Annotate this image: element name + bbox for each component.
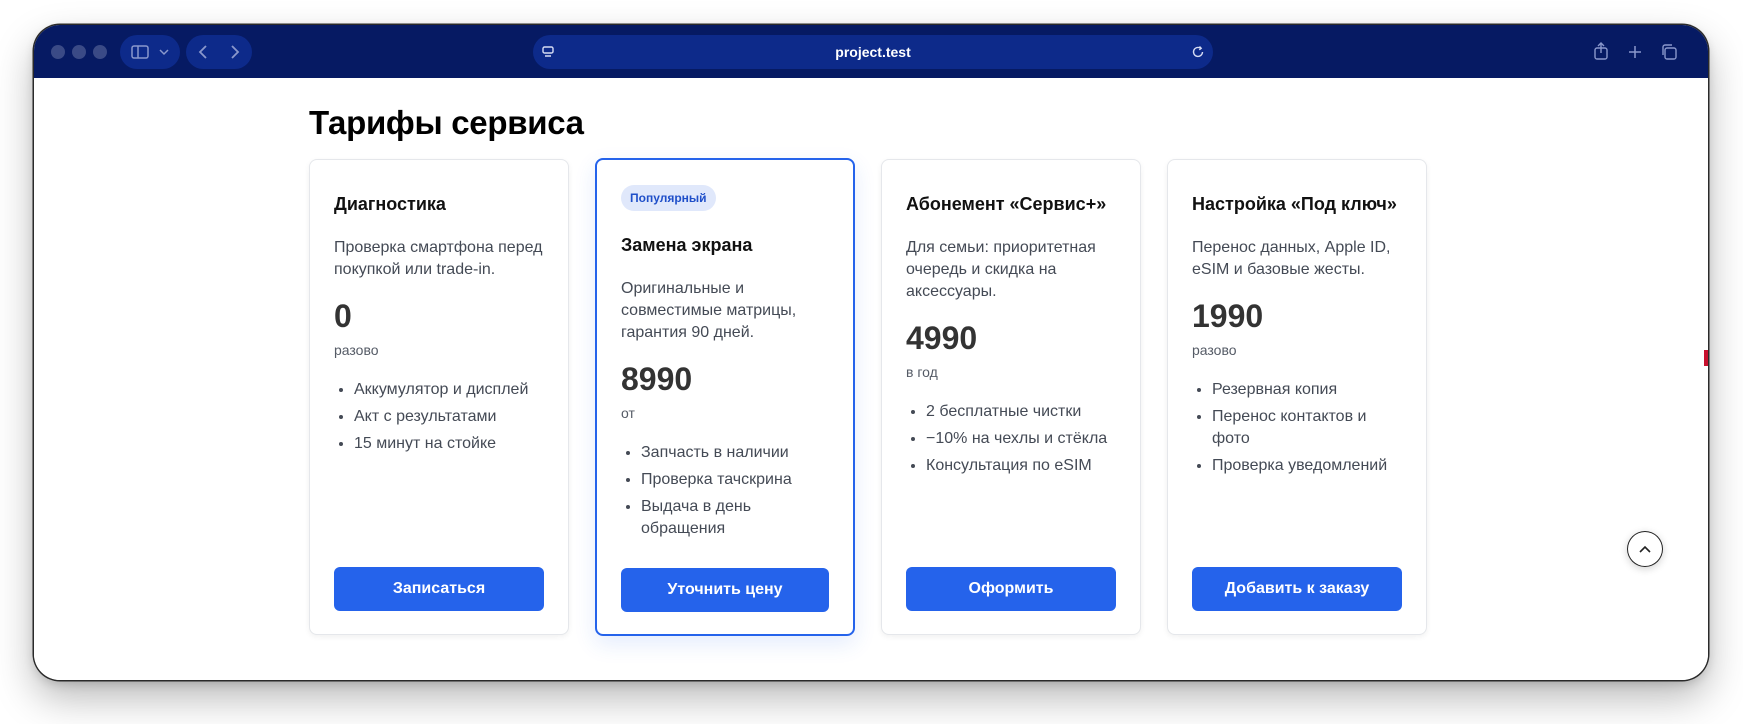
feature-item: Перенос контактов и фото bbox=[1212, 406, 1402, 450]
scroll-to-top-button[interactable] bbox=[1627, 531, 1663, 567]
card-title: Замена экрана bbox=[621, 235, 753, 255]
sidebar-toggle-button[interactable] bbox=[120, 35, 180, 69]
page-title: Тарифы сервиса bbox=[309, 104, 584, 141]
page-content: Тарифы сервиса Диагностика Проверка смар… bbox=[34, 78, 1708, 680]
close-window-button[interactable] bbox=[51, 45, 65, 59]
reload-icon[interactable] bbox=[1191, 45, 1205, 59]
subscribe-button[interactable]: Оформить bbox=[906, 567, 1116, 611]
feature-item: 15 минут на стойке bbox=[354, 433, 544, 455]
pricing-card-diagnostics: Диагностика Проверка смартфона перед пок… bbox=[309, 159, 569, 635]
browser-toolbar: project.test bbox=[34, 25, 1708, 78]
card-price: 8990 bbox=[621, 361, 693, 397]
feature-item: Проверка тачскрина bbox=[641, 469, 829, 491]
feature-item: Резервная копия bbox=[1212, 379, 1402, 401]
chevron-up-icon bbox=[1639, 545, 1651, 553]
card-period: разово bbox=[334, 342, 379, 358]
card-period: в год bbox=[906, 364, 938, 380]
minimize-window-button[interactable] bbox=[72, 45, 86, 59]
card-description: Перенос данных, Apple ID, eSIM и базовые… bbox=[1192, 239, 1391, 278]
browser-window: project.test Тарифы сервиса Диагностика bbox=[34, 25, 1708, 680]
feature-item: Акт с результатами bbox=[354, 406, 544, 428]
feature-item: Аккумулятор и дисплей bbox=[354, 379, 544, 401]
tabs-overview-icon[interactable] bbox=[1660, 43, 1678, 61]
chevron-left-icon[interactable] bbox=[198, 44, 208, 60]
card-description: Оригинальные и совместимые матрицы, гара… bbox=[621, 280, 797, 341]
card-period: от bbox=[621, 405, 635, 421]
chevron-right-icon[interactable] bbox=[230, 44, 240, 60]
feature-item: Запчасть в наличии bbox=[641, 442, 829, 464]
address-bar[interactable]: project.test bbox=[533, 35, 1213, 69]
pricing-card-screen-replacement: Популярный Замена экрана Оригинальные и … bbox=[595, 158, 855, 636]
zoom-window-button[interactable] bbox=[93, 45, 107, 59]
card-price: 4990 bbox=[906, 320, 978, 356]
feature-item: 2 бесплатные чистки bbox=[926, 401, 1116, 423]
feature-item: −10% на чехлы и стёкла bbox=[926, 428, 1116, 450]
feature-item: Выдача в день обращения bbox=[641, 496, 829, 540]
card-title: Диагностика bbox=[334, 194, 446, 214]
feature-item: Проверка уведомлений bbox=[1212, 455, 1402, 477]
share-icon[interactable] bbox=[1593, 42, 1609, 60]
add-to-order-button[interactable]: Добавить к заказу bbox=[1192, 567, 1402, 611]
pricing-card-subscription: Абонемент «Сервис+» Для семьи: приоритет… bbox=[881, 159, 1141, 635]
feature-list: Аккумулятор и дисплей Акт с результатами… bbox=[334, 379, 544, 455]
card-price: 1990 bbox=[1192, 298, 1264, 334]
history-nav bbox=[186, 35, 252, 69]
feature-list: Резервная копия Перенос контактов и фото… bbox=[1192, 379, 1402, 477]
card-price: 0 bbox=[334, 298, 352, 334]
card-period: разово bbox=[1192, 342, 1237, 358]
address-text: project.test bbox=[835, 44, 911, 60]
feature-item: Консультация по eSIM bbox=[926, 455, 1116, 477]
card-title: Абонемент «Сервис+» bbox=[906, 194, 1107, 214]
card-description: Для семьи: приоритетная очередь и скидка… bbox=[906, 239, 1096, 300]
popular-badge: Популярный bbox=[621, 185, 716, 211]
edge-marker bbox=[1704, 350, 1708, 366]
request-price-button[interactable]: Уточнить цену bbox=[621, 568, 829, 612]
sidebar-icon bbox=[131, 45, 149, 59]
plus-icon[interactable] bbox=[1627, 44, 1643, 60]
card-title: Настройка «Под ключ» bbox=[1192, 194, 1397, 214]
feature-list: Запчасть в наличии Проверка тачскрина Вы… bbox=[621, 442, 829, 540]
book-button[interactable]: Записаться bbox=[334, 567, 544, 611]
card-description: Проверка смартфона перед покупкой или tr… bbox=[334, 239, 543, 278]
feature-list: 2 бесплатные чистки −10% на чехлы и стёк… bbox=[906, 401, 1116, 477]
pricing-card-setup: Настройка «Под ключ» Перенос данных, App… bbox=[1167, 159, 1427, 635]
chevron-down-icon bbox=[159, 49, 169, 56]
